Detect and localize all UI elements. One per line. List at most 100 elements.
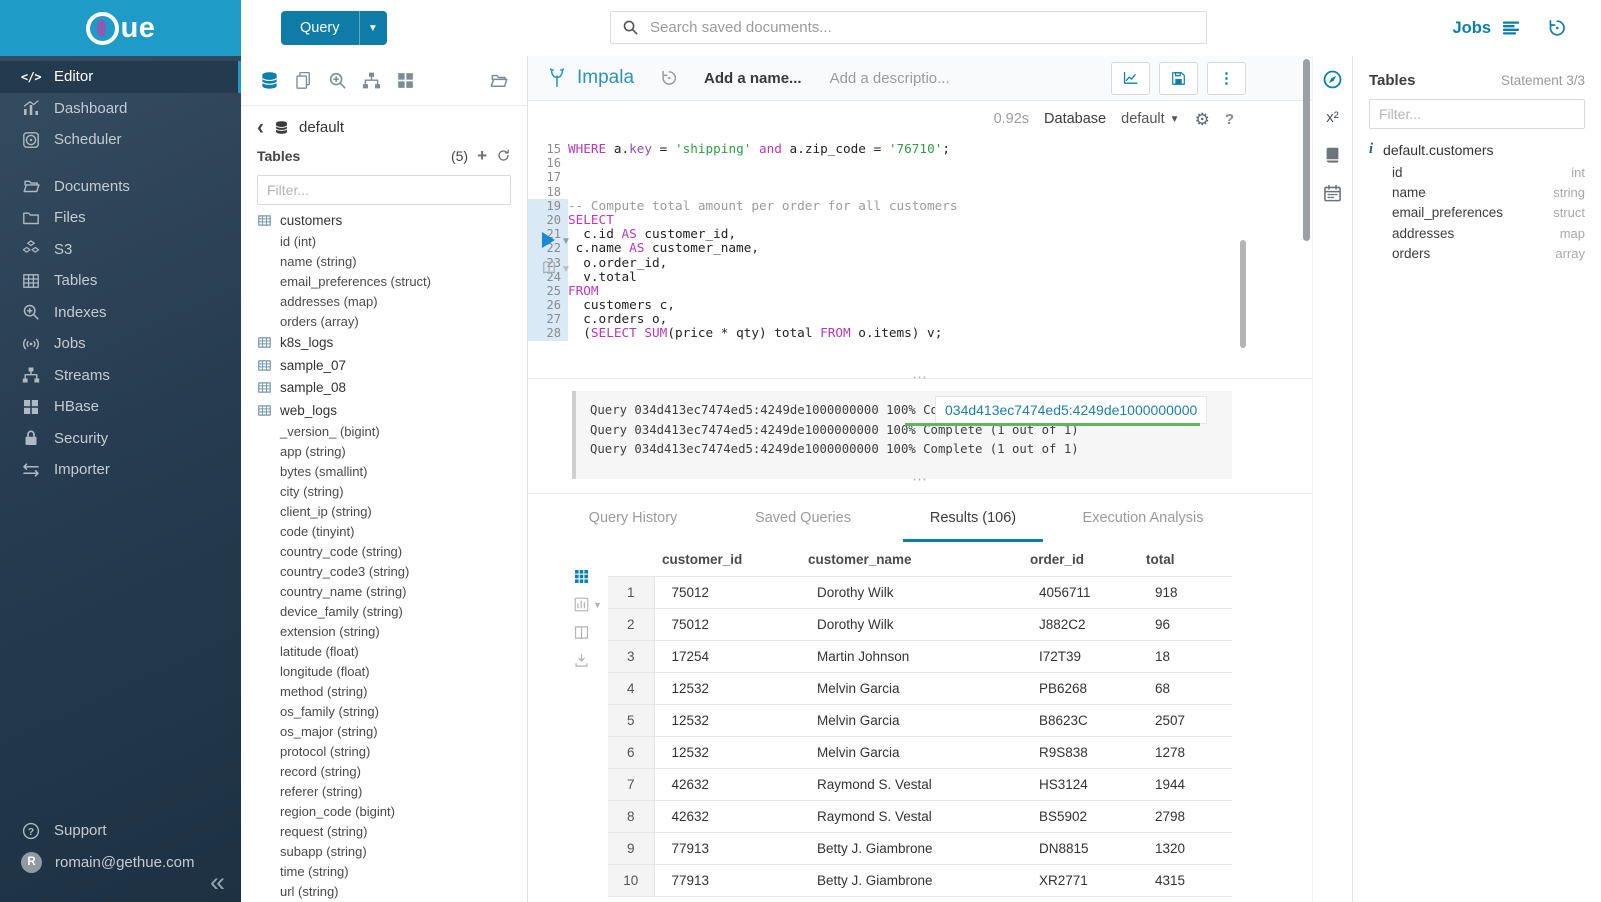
tree-table-sample_08[interactable]: sample_08 [257,377,511,400]
chart-type-caret[interactable]: ▼ [593,600,602,610]
sidebar-item-dashboard[interactable]: Dashboard [0,93,241,125]
tables-filter-input[interactable] [257,175,511,205]
folder-open-icon[interactable] [488,70,509,91]
sitemap-icon[interactable] [361,70,382,91]
code-line[interactable]: 27 c.orders o, [528,312,1312,326]
back-chevron-icon[interactable]: ‹ [257,117,264,138]
sidebar-item-tables[interactable]: Tables [0,265,241,297]
database-select[interactable]: default ▼ [1121,111,1179,127]
right-column-name[interactable]: namestring [1369,182,1585,202]
tree-column[interactable]: subapp (string) [257,842,511,862]
new-query-button[interactable]: Query ▼ [281,11,387,45]
tree-column[interactable]: method (string) [257,682,511,702]
run-options-caret[interactable]: ▼ [561,236,571,247]
tree-column[interactable]: _version_ (bigint) [257,422,511,442]
table-row[interactable]: 412532Melvin GarciaPB626868 [608,673,1232,705]
tree-column[interactable]: url (string) [257,882,511,902]
code-line[interactable]: 20SELECT [528,213,1312,227]
search-input[interactable] [648,18,1195,37]
sidebar-footer-romain-gethue-com[interactable]: Rromain@gethue.com [0,847,241,879]
more-actions-button[interactable]: ⋮ [1207,62,1246,95]
new-query-label[interactable]: Query [281,11,359,45]
code-line[interactable]: 23 o.order_id, [528,256,1312,270]
sql-editor[interactable]: 15WHERE a.key = 'shipping' and a.zip_cod… [528,137,1312,388]
sidebar-item-hbase[interactable]: HBase [0,391,241,423]
tab-saved-queries[interactable]: Saved Queries [718,494,888,542]
code-line[interactable]: 15WHERE a.key = 'shipping' and a.zip_cod… [528,142,1312,156]
document-search[interactable] [610,11,1207,44]
panel-scrollbar[interactable] [1303,59,1310,241]
superscript-icon[interactable]: x² [1322,107,1343,128]
table-row[interactable]: 742632Raymond S. VestalHS31241944 [608,769,1232,801]
tab-execution-analysis[interactable]: Execution Analysis [1058,494,1228,542]
tree-column[interactable]: client_ip (string) [257,502,511,522]
tree-column[interactable]: code (tinyint) [257,522,511,542]
tree-column[interactable]: region_code (bigint) [257,802,511,822]
presentation-book-icon[interactable] [540,259,558,277]
tab-results-106-[interactable]: Results (106) [888,494,1058,542]
save-button[interactable] [1159,62,1198,95]
sidebar-footer-support[interactable]: ?Support [0,815,241,847]
tree-column[interactable]: country_code3 (string) [257,562,511,582]
right-column-id[interactable]: idint [1369,162,1585,182]
refresh-icon[interactable] [496,148,511,163]
editor-scrollbar[interactable] [1240,240,1246,348]
tree-column[interactable]: addresses (map) [257,292,511,312]
column-header-customer_id[interactable]: customer_id [654,542,800,577]
right-filter-input[interactable] [1369,99,1585,129]
tree-column[interactable]: os_major (string) [257,722,511,742]
column-header-total[interactable]: total [1138,542,1232,577]
tree-column[interactable]: name (string) [257,252,511,272]
code-line[interactable]: 22 c.name AS customer_name, [528,241,1312,255]
tree-column[interactable]: record (string) [257,762,511,782]
sidebar-item-editor[interactable]: </>Editor [0,61,241,93]
tree-column[interactable]: device_family (string) [257,602,511,622]
database-name[interactable]: default [299,119,344,136]
code-line[interactable]: 28 (SELECT SUM(price * qty) total FROM o… [528,326,1312,340]
code-line[interactable]: 17 [528,170,1312,184]
tree-column[interactable]: city (string) [257,482,511,502]
notebook-icon[interactable] [1322,145,1343,166]
zoom-plus-icon[interactable] [327,70,348,91]
history-icon[interactable] [1547,18,1567,38]
tree-column[interactable]: bytes (smallint) [257,462,511,482]
table-row[interactable]: 977913Betty J. GiambroneDN88151320 [608,833,1232,865]
table-row[interactable]: 1077913Betty J. GiambroneXR27714315 [608,865,1232,897]
tree-column[interactable]: email_preferences (struct) [257,272,511,292]
table-row[interactable]: 612532Melvin GarciaR9S8381278 [608,737,1232,769]
help-icon[interactable]: ? [1225,111,1234,128]
table-row[interactable]: 317254Martin JohnsonI72T3918 [608,641,1232,673]
sidebar-item-scheduler[interactable]: Scheduler [0,124,241,156]
tree-table-customers[interactable]: customers [257,209,511,232]
tab-query-history[interactable]: Query History [548,494,718,542]
apps-icon[interactable] [395,70,416,91]
database-icon[interactable] [259,70,280,91]
table-row[interactable]: 175012Dorothy Wilk4056711918 [608,577,1232,609]
compass-icon[interactable] [1322,69,1343,90]
info-icon[interactable]: i [1369,141,1373,158]
code-line[interactable]: 24 v.total [528,270,1312,284]
tree-column[interactable]: request (string) [257,822,511,842]
run-query-button[interactable] [542,232,555,248]
right-column-orders[interactable]: ordersarray [1369,244,1585,264]
tree-column[interactable]: country_code (string) [257,542,511,562]
chart-icon[interactable]: ▼ [573,596,602,613]
chart-button[interactable] [1111,62,1150,95]
sidebar-item-documents[interactable]: Documents [0,171,241,203]
new-query-caret[interactable]: ▼ [359,11,387,45]
tree-column[interactable]: country_name (string) [257,582,511,602]
active-table-name[interactable]: default.customers [1383,142,1494,158]
collapse-sidebar-button[interactable]: « [210,869,225,896]
tree-column[interactable]: extension (string) [257,622,511,642]
tree-column[interactable]: protocol (string) [257,742,511,762]
right-column-addresses[interactable]: addressesmap [1369,223,1585,243]
tree-column[interactable]: app (string) [257,442,511,462]
sidebar-item-files[interactable]: Files [0,202,241,234]
table-row[interactable]: 512532Melvin GarciaB8623C2507 [608,705,1232,737]
calendar-icon[interactable] [1322,183,1343,204]
sidebar-item-indexes[interactable]: Indexes [0,297,241,329]
code-line[interactable]: 25FROM [528,284,1312,298]
sidebar-item-security[interactable]: Security [0,423,241,455]
table-row[interactable]: 842632Raymond S. VestalBS59022798 [608,801,1232,833]
tree-column[interactable]: id (int) [257,232,511,252]
